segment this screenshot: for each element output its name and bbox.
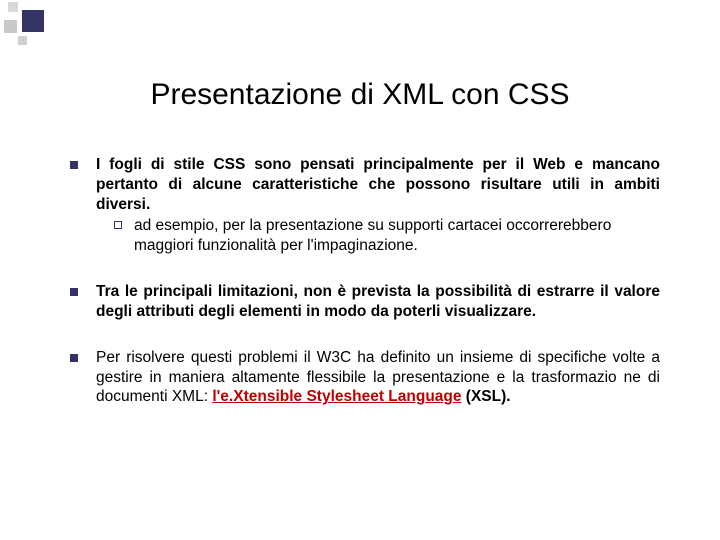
bullet-icon <box>70 288 78 296</box>
bullet-3: Per risolvere questi problemi il W3C ha … <box>70 348 660 407</box>
bullet-icon <box>70 161 78 169</box>
bullet-3-highlight: l'e.Xtensible Stylesheet Language <box>212 388 461 405</box>
sub-bullet-1: ad esempio, per la presentazione su supp… <box>114 216 660 256</box>
slide-content: I fogli di stile CSS sono pensati princi… <box>70 155 660 433</box>
bullet-2-text: Tra le principali limitazioni, non è pre… <box>96 282 660 322</box>
slide-title: Presentazione di XML con CSS <box>0 78 720 112</box>
sub-bullet-icon <box>114 221 122 229</box>
sub-bullet-1-text: ad esempio, per la presentazione su supp… <box>134 216 660 256</box>
bullet-1: I fogli di stile CSS sono pensati princi… <box>70 155 660 256</box>
bullet-1-text: I fogli di stile CSS sono pensati princi… <box>96 155 660 214</box>
bullet-3-text: Per risolvere questi problemi il W3C ha … <box>96 348 660 407</box>
bullet-3-post: (XSL). <box>462 388 511 405</box>
corner-decoration <box>0 0 50 50</box>
bullet-icon <box>70 354 78 362</box>
bullet-2: Tra le principali limitazioni, non è pre… <box>70 282 660 322</box>
